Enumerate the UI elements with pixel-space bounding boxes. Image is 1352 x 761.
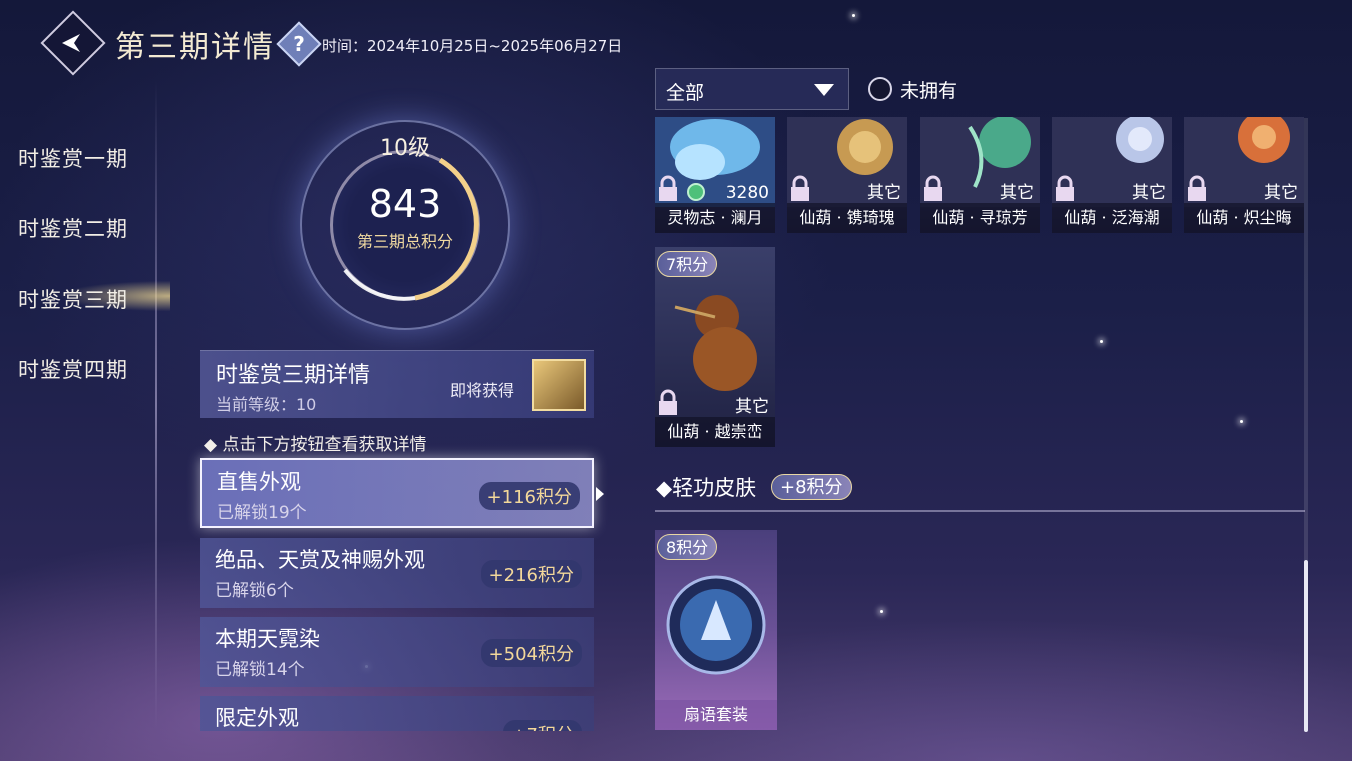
- period-detail-card[interactable]: 时鉴赏三期详情 当前等级：10 即将获得: [200, 350, 594, 418]
- lock-icon: [659, 389, 677, 415]
- active-category-arrow-icon: [596, 487, 604, 501]
- item-points: 7积分: [657, 251, 718, 277]
- filter-dropdown[interactable]: 全部: [655, 68, 849, 110]
- hint-text: ◆ 点击下方按钮查看获取详情: [204, 435, 427, 455]
- item-card[interactable]: 其它 仙葫 · 炽尘晦: [1184, 117, 1304, 233]
- score-value: 843: [368, 182, 442, 226]
- category-title: 直售外观: [217, 470, 301, 494]
- item-tag: 其它: [1000, 183, 1034, 203]
- item-name: 仙葫 · 炽尘晦: [1184, 203, 1304, 233]
- not-owned-radio[interactable]: [868, 77, 892, 101]
- section-divider: [655, 510, 1305, 512]
- category-points: +504积分: [480, 639, 582, 667]
- item-name: 扇语套装: [655, 700, 777, 730]
- chevron-down-icon: [814, 84, 834, 96]
- nav-item-period-4[interactable]: 时鉴赏四期: [18, 354, 128, 384]
- lock-icon: [1188, 175, 1206, 201]
- item-name: 仙葫 · 越崇峦: [655, 417, 775, 447]
- not-owned-label[interactable]: 未拥有: [900, 76, 957, 103]
- score-ring: 10级 843 第三期总积分: [300, 120, 510, 330]
- star-decoration: [880, 610, 883, 613]
- item-card[interactable]: 其它 仙葫 · 泛海潮: [1052, 117, 1172, 233]
- lock-icon: [791, 175, 809, 201]
- scrollbar-thumb[interactable]: [1304, 560, 1308, 732]
- item-points: 8积分: [657, 534, 718, 560]
- event-time-label: 时间：2024年10月25日~2025年06月27日: [322, 37, 623, 55]
- category-unlocked: 已解锁14个: [215, 660, 305, 680]
- category-points: +216积分: [480, 560, 582, 588]
- category-limited[interactable]: 限定外观 +7积分: [200, 696, 594, 731]
- item-name: 仙葫 · 泛海潮: [1052, 203, 1172, 233]
- category-title: 绝品、天赏及神赐外观: [215, 548, 425, 572]
- item-name: 仙葫 · 寻琼芳: [920, 203, 1040, 233]
- back-arrow-icon: [62, 34, 80, 52]
- detail-title: 时鉴赏三期详情: [216, 363, 371, 388]
- category-direct-sale[interactable]: 直售外观 已解锁19个 +116积分: [200, 458, 594, 528]
- category-points: +7积分: [503, 720, 582, 731]
- item-card[interactable]: 7积分 其它 仙葫 · 越崇峦: [655, 247, 775, 447]
- item-price: 3280: [725, 183, 769, 203]
- star-decoration: [1240, 420, 1243, 423]
- item-card[interactable]: 其它 仙葫 · 镌琦瑰: [787, 117, 907, 233]
- detail-current-level: 当前等级：10: [216, 395, 317, 414]
- category-title: 限定外观: [215, 706, 299, 730]
- page-title: 第三期详情: [115, 30, 275, 65]
- category-title: 本期天霓染: [215, 627, 320, 651]
- star-decoration: [1100, 340, 1103, 343]
- score-level: 10级: [380, 136, 430, 161]
- lock-icon: [924, 175, 942, 201]
- section-points: +8积分: [771, 474, 852, 500]
- nav-divider: [155, 80, 157, 730]
- back-button[interactable]: [40, 10, 106, 76]
- item-tag: 其它: [1264, 183, 1298, 203]
- detail-coming-soon: 即将获得: [450, 381, 515, 400]
- item-tag: 其它: [1132, 183, 1166, 203]
- item-name: 灵物志 · 澜月: [655, 203, 775, 233]
- item-tag: 其它: [867, 183, 901, 203]
- jade-currency-icon: [687, 183, 705, 201]
- lock-icon: [1056, 175, 1074, 201]
- item-card[interactable]: 其它 仙葫 · 寻琼芳: [920, 117, 1040, 233]
- category-unlocked: 已解锁6个: [215, 581, 294, 601]
- question-icon: ?: [293, 32, 305, 56]
- scrollbar-track[interactable]: [1304, 118, 1308, 560]
- nav-item-period-3[interactable]: 时鉴赏三期: [18, 284, 128, 314]
- score-label: 第三期总积分: [356, 232, 453, 251]
- nav-item-period-1[interactable]: 时鉴赏一期: [18, 143, 128, 173]
- help-button[interactable]: ?: [276, 21, 322, 67]
- item-tag: 其它: [735, 397, 769, 417]
- lock-icon: [659, 175, 677, 201]
- category-unlocked: 已解锁19个: [217, 503, 307, 523]
- filter-selected-value: 全部: [666, 82, 705, 104]
- category-points: +116积分: [478, 482, 580, 510]
- item-card[interactable]: 8积分 扇语套装: [655, 530, 777, 730]
- nav-item-period-2[interactable]: 时鉴赏二期: [18, 213, 128, 243]
- item-name: 仙葫 · 镌琦瑰: [787, 203, 907, 233]
- section-title: ◆轻功皮肤: [656, 476, 757, 500]
- skill-emblem-icon: [666, 575, 766, 675]
- reward-preview-icon[interactable]: [532, 359, 586, 411]
- category-dye[interactable]: 本期天霓染 已解锁14个 +504积分: [200, 617, 594, 687]
- item-card[interactable]: 3280 灵物志 · 澜月: [655, 117, 775, 233]
- category-premium[interactable]: 绝品、天赏及神赐外观 已解锁6个 +216积分: [200, 538, 594, 608]
- star-decoration: [852, 14, 855, 17]
- gourd-art-icon: [674, 295, 757, 391]
